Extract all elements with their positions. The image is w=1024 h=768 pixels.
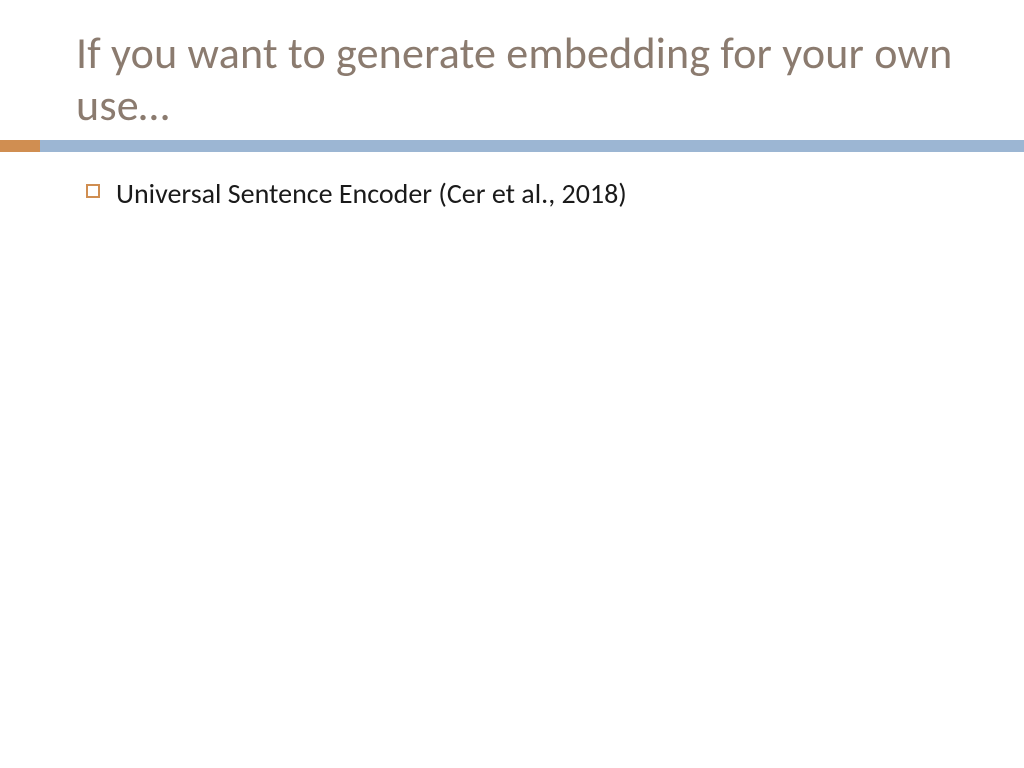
list-item: Universal Sentence Encoder (Cer et al., … — [86, 176, 1024, 212]
bullet-text: Universal Sentence Encoder (Cer et al., … — [116, 176, 627, 212]
divider-row — [0, 140, 1024, 152]
divider-accent-blue — [40, 140, 1024, 152]
square-bullet-icon — [86, 184, 100, 198]
divider-accent-orange — [0, 140, 40, 152]
title-area: If you want to generate embedding for yo… — [0, 0, 1024, 132]
content-area: Universal Sentence Encoder (Cer et al., … — [0, 152, 1024, 212]
slide-title: If you want to generate embedding for yo… — [76, 28, 1024, 132]
